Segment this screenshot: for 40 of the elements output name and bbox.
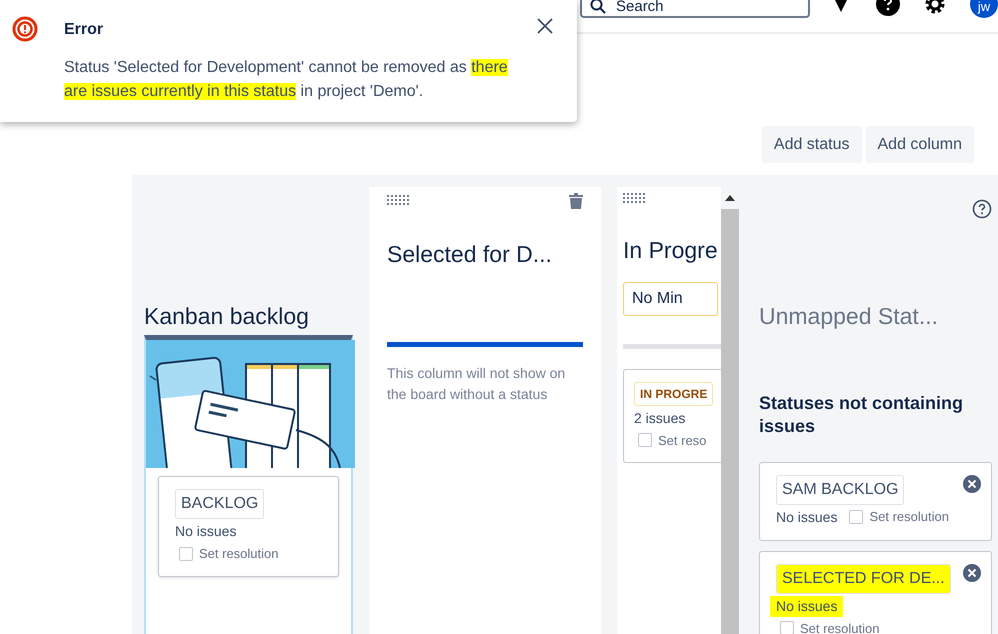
set-resolution-label[interactable]: Set resolution bbox=[800, 618, 880, 634]
column-title: In Progre bbox=[623, 236, 719, 265]
scroll-up-icon[interactable] bbox=[725, 195, 735, 201]
set-resolution-label[interactable]: Set resolution bbox=[869, 507, 949, 527]
checkbox[interactable] bbox=[780, 621, 794, 634]
column-note: This column will not show on the board without a status bbox=[387, 364, 566, 404]
checkbox[interactable] bbox=[179, 546, 193, 561]
issue-count: 2 issues bbox=[634, 408, 686, 428]
checkbox[interactable] bbox=[638, 433, 652, 448]
search-field[interactable]: Search bbox=[580, 0, 810, 18]
remove-icon[interactable] bbox=[962, 474, 981, 492]
issue-count: No issues bbox=[776, 508, 838, 526]
status-lozenge: BACKLOG bbox=[175, 489, 264, 519]
error-title: Error bbox=[64, 20, 104, 40]
error-message: Status 'Selected for Development' cannot be removed as there are issues currently in this status in project 'Demo'. bbox=[64, 58, 509, 102]
status-lozenge: SELECTED FOR DE... bbox=[776, 564, 951, 594]
min-field[interactable]: No Min bbox=[623, 282, 718, 316]
trash-icon[interactable] bbox=[569, 193, 583, 209]
set-resolution-label[interactable]: Set reso bbox=[658, 430, 706, 450]
user-avatar[interactable]: jw bbox=[970, 0, 998, 18]
panel-subtitle: Statuses not containing issues bbox=[759, 392, 964, 438]
status-lozenge: IN PROGRE bbox=[634, 382, 714, 406]
panel-title: Unmapped Stat... bbox=[759, 302, 939, 331]
status-lozenge: SAM BACKLOG bbox=[776, 474, 904, 504]
column-title: Kanban backlog bbox=[144, 302, 310, 331]
drag-handle-icon[interactable] bbox=[387, 195, 409, 207]
column-title: Selected for D... bbox=[387, 240, 553, 269]
drag-handle-icon[interactable] bbox=[623, 193, 645, 205]
remove-icon[interactable] bbox=[962, 564, 981, 582]
help-icon[interactable] bbox=[972, 199, 992, 219]
close-button[interactable] bbox=[537, 18, 553, 34]
search-icon bbox=[590, 0, 606, 14]
set-resolution-label[interactable]: Set resolution bbox=[199, 544, 278, 564]
issue-count: No issues bbox=[770, 596, 844, 616]
issue-count: No issues bbox=[175, 522, 236, 541]
checkbox[interactable] bbox=[849, 510, 864, 524]
close-icon bbox=[537, 18, 553, 34]
error-icon bbox=[12, 16, 38, 42]
toolbar-button[interactable]: Add status bbox=[762, 126, 862, 163]
toolbar-button[interactable]: Add column bbox=[866, 126, 974, 163]
